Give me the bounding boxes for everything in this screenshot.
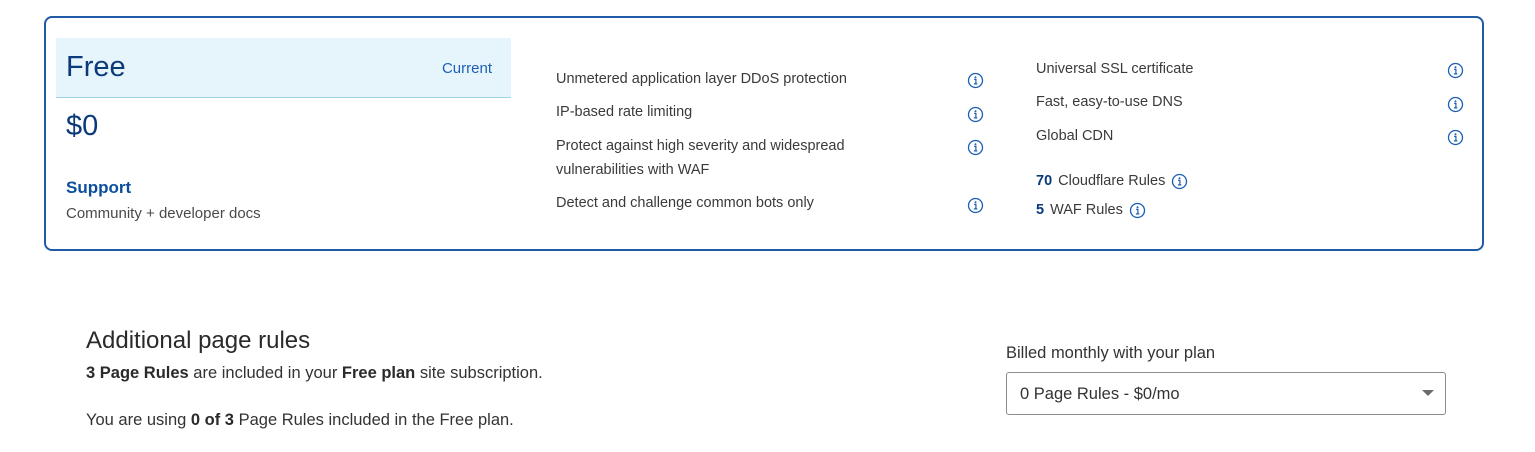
usage-count: 0 of 3 (190, 411, 234, 429)
plan-card: Free Current $0 Support Community + deve… (44, 16, 1484, 251)
feature-bot-challenge: Detect and challenge common bots only (556, 195, 814, 211)
page-rules-select[interactable]: 0 Page Rules - $0/mo (1006, 372, 1446, 415)
info-icon[interactable] (1447, 96, 1464, 113)
waf-rules-line: 5 WAF Rules (1036, 201, 1146, 219)
support-heading: Support (66, 178, 132, 197)
plan-price: $0 (66, 110, 99, 142)
feature-universal-ssl: Universal SSL certificate (1036, 61, 1194, 77)
included-rules-count: 3 Page Rules (86, 364, 189, 382)
info-icon[interactable] (967, 106, 984, 123)
feature-dns: Fast, easy-to-use DNS (1036, 94, 1183, 110)
cloudflare-rules-line: 70 Cloudflare Rules (1036, 172, 1188, 190)
plan-name: Free (66, 51, 126, 83)
info-icon[interactable] (1129, 202, 1146, 219)
cloudflare-rules-label: Cloudflare Rules (1058, 173, 1166, 189)
page-rules-select-value: 0 Page Rules - $0/mo (1020, 385, 1180, 403)
feature-rate-limiting: IP-based rate limiting (556, 104, 693, 120)
waf-rules-count: 5 (1036, 202, 1045, 218)
usage-text: You are using 0 of 3 Page Rules included… (86, 410, 514, 430)
info-icon[interactable] (967, 197, 984, 214)
feature-global-cdn: Global CDN (1036, 128, 1114, 144)
included-rules-mid: are included in your (188, 364, 342, 382)
usage-end: Page Rules included in the Free plan. (234, 411, 514, 429)
included-plan-name: Free plan (341, 364, 416, 382)
additional-page-rules-title: Additional page rules (86, 327, 311, 354)
info-icon[interactable] (967, 139, 984, 156)
plan-current-badge: Current (441, 60, 492, 77)
info-icon[interactable] (1447, 129, 1464, 146)
feature-waf-protection: Protect against high severity and widesp… (556, 138, 845, 178)
info-icon[interactable] (1447, 62, 1464, 79)
billing-label: Billed monthly with your plan (1006, 344, 1216, 362)
cloudflare-rules-count: 70 (1036, 173, 1053, 189)
info-icon[interactable] (967, 72, 984, 89)
info-icon[interactable] (1171, 173, 1188, 190)
chevron-down-icon (1422, 390, 1434, 396)
usage-start: You are using (86, 411, 191, 429)
included-rules-text: 3 Page Rules are included in your Free p… (86, 363, 543, 383)
plan-header: Free Current (56, 38, 511, 98)
waf-rules-label: WAF Rules (1050, 202, 1123, 218)
support-text: Community + developer docs (66, 205, 261, 222)
feature-ddos-protection: Unmetered application layer DDoS protect… (556, 71, 847, 87)
included-rules-end: site subscription. (415, 364, 543, 382)
